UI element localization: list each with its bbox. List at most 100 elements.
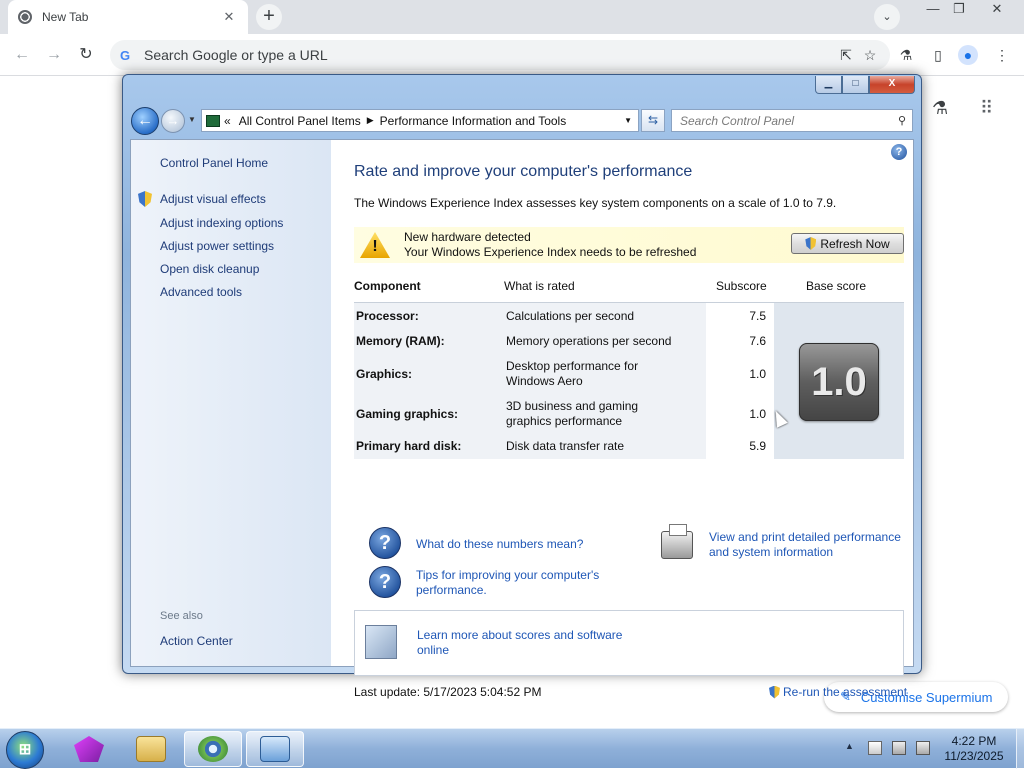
row-what: 3D business and gaming graphics performa… <box>506 399 639 428</box>
address-dropdown-icon[interactable]: ▼ <box>624 116 632 125</box>
refresh-icon[interactable]: ⇆ <box>641 109 665 132</box>
table-body: Processor: Calculations per second 7.5 M… <box>354 303 904 459</box>
taskbar-app-explorer[interactable] <box>122 731 180 767</box>
labs-flask-icon[interactable]: ⚗ <box>896 45 916 65</box>
wei-description: The Windows Experience Index assesses ke… <box>354 196 837 210</box>
row-what: Calculations per second <box>506 309 635 323</box>
breadcrumb-separator-icon[interactable]: ▶ <box>367 115 374 126</box>
row-what: Desktop performance for Windows Aero <box>506 359 639 388</box>
share-icon[interactable]: ⇱ <box>836 45 856 65</box>
help-icon[interactable]: ? <box>891 144 907 160</box>
breadcrumb-overflow[interactable]: « <box>224 114 231 128</box>
control-panel-body: Control Panel Home Adjust visual effects… <box>130 139 914 699</box>
menu-kebab-icon[interactable]: ⋮ <box>992 45 1012 65</box>
browser-toolbar: ← → ↻ G Search Google or type a URL ⇱ ☆ … <box>0 34 1024 76</box>
volume-muted-icon[interactable] <box>916 741 930 755</box>
google-g-icon: G <box>120 47 131 63</box>
tab-title: New Tab <box>42 10 89 24</box>
base-score-badge: 1.0 <box>799 343 879 421</box>
system-clock[interactable]: 4:22 PM 11/23/2025 <box>938 734 1010 764</box>
uac-shield-icon <box>769 685 780 699</box>
row-subscore: 7.5 <box>749 309 766 323</box>
start-button[interactable]: ⊞ <box>6 731 44 769</box>
clock-date: 11/23/2025 <box>944 749 1004 763</box>
ntp-labs-flask-icon[interactable]: ⚗ <box>932 98 948 119</box>
table-header: Component What is rated Subscore Base sc… <box>354 271 904 303</box>
refresh-now-label: Refresh Now <box>820 236 890 251</box>
browser-tabstrip: New Tab ✕ + ⌄ — ❐ ✕ <box>0 0 1024 34</box>
refresh-alert: ! New hardware detected Your Windows Exp… <box>354 227 904 263</box>
taskbar-app-control-panel[interactable] <box>246 731 304 767</box>
row-what: Memory operations per second <box>506 334 672 348</box>
tab-search-button[interactable]: ⌄ <box>874 4 900 30</box>
search-icon[interactable]: ⚲ <box>898 114 906 127</box>
refresh-now-button[interactable]: Refresh Now <box>791 233 904 254</box>
window-maximize-button[interactable]: □ <box>842 76 869 94</box>
sidebar-item-disk-cleanup[interactable]: Open disk cleanup <box>160 262 259 276</box>
sidebar-item-indexing[interactable]: Adjust indexing options <box>160 216 283 230</box>
taskbar-app-browser[interactable] <box>184 731 242 767</box>
taskbar-app-origami[interactable] <box>60 731 118 767</box>
numbers-meaning-link[interactable]: What do these numbers mean? <box>416 537 583 552</box>
row-subscore: 5.9 <box>749 439 766 453</box>
action-center-flag-icon[interactable] <box>868 741 882 755</box>
profile-avatar-icon[interactable]: ● <box>958 45 978 65</box>
control-panel-icon <box>260 736 290 762</box>
window-minimize-button[interactable]: ▁ <box>815 76 842 94</box>
folder-icon <box>136 736 166 762</box>
tab-close-icon[interactable]: ✕ <box>220 9 238 25</box>
control-panel-window: ▁ □ X ← → ▼ « All Control Panel Items ▶ … <box>122 74 922 699</box>
warning-icon: ! <box>360 232 390 258</box>
print-details-link[interactable]: View and print detailed performance and … <box>709 530 909 560</box>
sidebar-item-visual-effects[interactable]: Adjust visual effects <box>160 192 266 206</box>
forward-button[interactable]: → <box>161 109 185 133</box>
tab-new-tab[interactable]: New Tab ✕ <box>8 0 248 34</box>
score-table: Component What is rated Subscore Base sc… <box>354 271 904 459</box>
window-close-button[interactable]: X <box>869 76 915 94</box>
reload-icon[interactable]: ↻ <box>74 43 98 67</box>
chrome-favicon-icon <box>18 10 32 24</box>
sidebar: Control Panel Home Adjust visual effects… <box>131 140 331 666</box>
search-placeholder: Search Control Panel <box>680 113 795 128</box>
side-panel-icon[interactable]: ▯ <box>928 45 948 65</box>
tray-expand-icon[interactable]: ▲ <box>845 741 854 751</box>
bookmark-star-icon[interactable]: ☆ <box>860 45 880 65</box>
back-button[interactable]: ← <box>131 107 159 135</box>
row-component: Gaming graphics: <box>356 407 459 421</box>
row-component: Graphics: <box>356 367 413 381</box>
taskbar: ⊞ ▲ 4:22 PM 11/23/2025 <box>0 728 1024 769</box>
new-tab-button[interactable]: + <box>256 4 282 30</box>
row-component: Processor: <box>356 309 419 323</box>
learn-more-box: Learn more about scores and software onl… <box>354 610 904 676</box>
forward-arrow-icon[interactable]: → <box>42 43 66 67</box>
browser-restore-button[interactable]: ❐ <box>944 0 974 20</box>
sidebar-item-action-center[interactable]: Action Center <box>160 634 233 648</box>
network-icon[interactable] <box>892 741 906 755</box>
browser-close-button[interactable]: ✕ <box>982 0 1012 20</box>
window-title-buttons: ▁ □ X <box>815 76 915 94</box>
sidebar-item-home[interactable]: Control Panel Home <box>160 156 268 170</box>
question-mark-icon: ? <box>369 527 401 559</box>
show-desktop-button[interactable] <box>1016 729 1024 769</box>
search-input[interactable]: Search Control Panel ⚲ <box>671 109 913 132</box>
breadcrumb-all-items[interactable]: All Control Panel Items <box>239 114 361 128</box>
sidebar-item-advanced-tools[interactable]: Advanced tools <box>160 285 242 299</box>
header-what-rated: What is rated <box>504 279 575 293</box>
row-component: Primary hard disk: <box>356 439 462 453</box>
tips-link[interactable]: Tips for improving your computer's perfo… <box>416 568 626 598</box>
row-component: Memory (RAM): <box>356 334 445 348</box>
address-bar[interactable]: « All Control Panel Items ▶ Performance … <box>201 109 639 132</box>
recent-pages-chevron-icon[interactable]: ▼ <box>188 115 196 124</box>
control-panel-icon <box>206 114 220 127</box>
sidebar-item-power[interactable]: Adjust power settings <box>160 239 274 253</box>
row-subscore: 1.0 <box>749 367 766 381</box>
rerun-assessment-link[interactable]: Re-run the assessment <box>769 685 907 699</box>
omnibox[interactable]: G Search Google or type a URL <box>110 40 890 70</box>
breadcrumb-current[interactable]: Performance Information and Tools <box>380 114 567 128</box>
alert-text: New hardware detected Your Windows Exper… <box>404 230 696 260</box>
table-row: Graphics: Desktop performance for Window… <box>354 359 774 391</box>
learn-more-link[interactable]: Learn more about scores and software onl… <box>417 628 637 658</box>
google-apps-grid-icon[interactable]: ⠿ <box>980 98 993 119</box>
back-arrow-icon[interactable]: ← <box>10 43 34 67</box>
question-mark-icon: ? <box>369 566 401 598</box>
